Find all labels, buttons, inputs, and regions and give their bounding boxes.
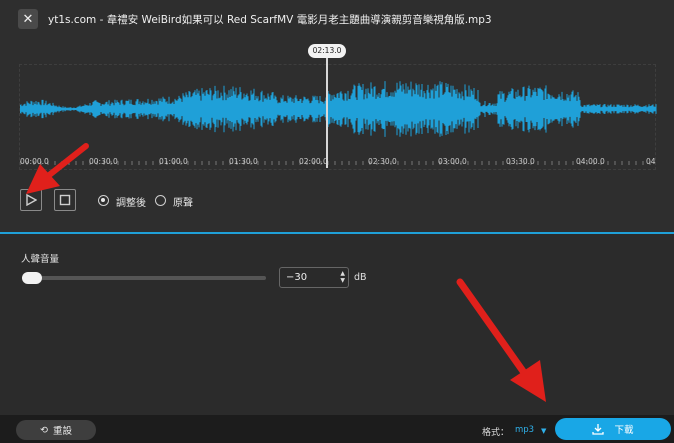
tick-label: 02:30.0 [368, 157, 397, 166]
download-icon [592, 424, 605, 435]
reset-icon: ⟲ [40, 424, 48, 436]
vocal-volume-slider[interactable] [22, 276, 266, 280]
playhead[interactable] [326, 56, 328, 168]
volume-unit: dB [354, 272, 367, 283]
waveform [20, 81, 657, 165]
play-icon [26, 194, 37, 206]
tick-label: 04 [646, 157, 656, 166]
play-button[interactable] [20, 189, 42, 211]
reset-label: 重設 [52, 426, 72, 437]
stop-icon [59, 194, 71, 206]
tick-label: 01:30.0 [229, 157, 258, 166]
tick-label: 00:00.0 [20, 157, 49, 166]
tick-label: 00:30.0 [89, 157, 118, 166]
format-label: 格式： [482, 428, 510, 438]
radio-original[interactable] [155, 195, 166, 206]
vocal-volume-input[interactable]: −30 ▲ ▼ [279, 267, 349, 288]
panel-divider [0, 232, 674, 234]
radio-adjusted[interactable] [98, 195, 109, 206]
vocal-volume-value: −30 [286, 272, 308, 283]
window-title: yt1s.com - 韋禮安 WeiBird如果可以 Red ScarfMV 電… [48, 14, 492, 26]
reset-button[interactable]: ⟲ 重設 [16, 420, 96, 440]
tick-label: 04:00.0 [576, 157, 605, 166]
waveform-area[interactable] [19, 64, 657, 170]
close-icon: ✕ [22, 11, 34, 27]
annotation-arrow-download [456, 278, 546, 402]
radio-original-label[interactable]: 原聲 [173, 194, 193, 209]
tick-label: 03:30.0 [506, 157, 535, 166]
radio-adjusted-label[interactable]: 調整後 [116, 194, 146, 209]
tick-label: 03:00.0 [438, 157, 467, 166]
format-select[interactable]: mp3 [515, 425, 534, 435]
tick-label: 01:00.0 [159, 157, 188, 166]
close-button[interactable]: ✕ [18, 9, 38, 29]
spinner-icon[interactable]: ▲ ▼ [340, 270, 345, 284]
tick-label: 02:00.0 [299, 157, 328, 166]
chevron-down-icon[interactable]: ▼ [541, 427, 546, 435]
playhead-time: 02:13.0 [308, 44, 346, 58]
vocal-volume-thumb[interactable] [22, 272, 42, 284]
vocal-volume-title: 人聲音量 [21, 254, 60, 265]
stop-button[interactable] [54, 189, 76, 211]
download-label: 下載 [614, 425, 634, 436]
download-button[interactable]: 下載 [555, 418, 671, 440]
